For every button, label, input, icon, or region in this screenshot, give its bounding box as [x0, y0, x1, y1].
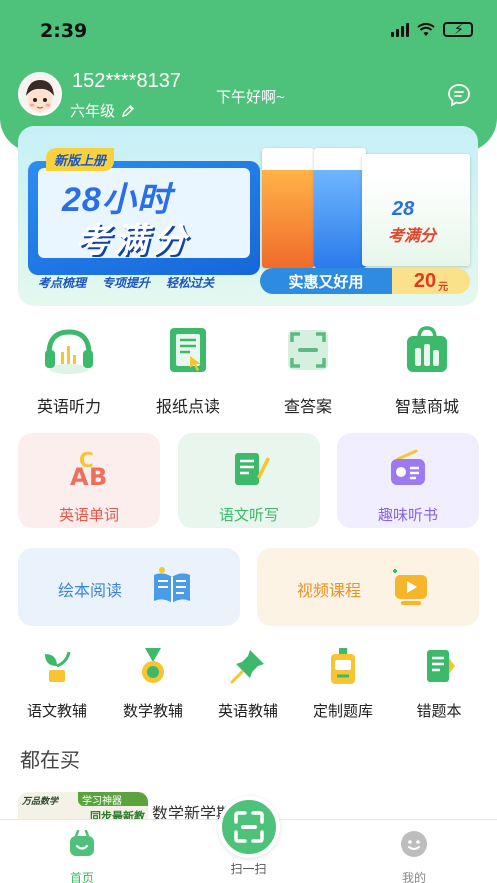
nav-label: 英语听力 — [36, 399, 101, 416]
price-bar: 实惠又好用 20 元 — [260, 268, 470, 294]
user-info: 152****8137 六年级 下午好啊~ — [18, 70, 478, 124]
nav-chinese-tutoring[interactable]: 语文教辅 — [10, 646, 104, 721]
price-value-wrap: 20 元 — [392, 268, 470, 294]
price-label: 实惠又好用 — [260, 268, 392, 294]
nav-newspaper-reading[interactable]: 报纸点读 — [133, 322, 243, 417]
home-icon — [70, 829, 94, 856]
thumb-brand: 万品数学 — [22, 796, 59, 806]
user-phone: 152****8137 — [72, 70, 181, 92]
nav-math-tutoring[interactable]: 数学教辅 — [106, 646, 200, 721]
pushpin-icon — [230, 650, 264, 684]
nav-label: 智慧商城 — [394, 399, 459, 416]
card-label: 英语单词 — [58, 507, 119, 524]
banner-books-image: 28 考满分 — [262, 148, 472, 268]
card-video-courses[interactable]: 视频课程 — [257, 548, 479, 626]
tab-label: 首页 — [69, 871, 94, 883]
svg-text:C: C — [79, 448, 94, 472]
wifi-icon — [417, 22, 435, 36]
greeting-text: 下午好啊~ — [216, 89, 285, 106]
banner-tag: 新版上册 — [46, 148, 115, 171]
open-book-icon — [154, 567, 190, 603]
thumb-tag: 学习神器 — [78, 792, 148, 807]
book-cover-3: 28 考满分 — [362, 154, 470, 266]
notebook-pen-icon — [235, 453, 270, 485]
headphones-icon — [45, 329, 93, 374]
subject-label: 语文教辅 — [26, 703, 87, 720]
subject-label: 数学教辅 — [122, 703, 183, 720]
profile-icon — [401, 831, 427, 857]
status-bar: 2:39 ⚡ — [0, 14, 497, 48]
scan-icon — [234, 811, 264, 843]
pencil-icon — [121, 104, 135, 117]
subject-label: 错题本 — [416, 703, 462, 720]
card-label: 趣味听书 — [377, 507, 438, 524]
price-value: 20 — [413, 269, 437, 292]
card-english-words[interactable]: A B C 英语单词 — [18, 433, 160, 528]
nav-english-tutoring[interactable]: 英语教辅 — [201, 646, 295, 721]
nav-custom-question-bank[interactable]: 定制题库 — [296, 646, 390, 721]
nav-label: 查答案 — [283, 399, 332, 416]
nav-smart-mall[interactable]: 智慧商城 — [372, 322, 482, 417]
section-title: 都在买 — [20, 750, 80, 772]
status-icons: ⚡ — [391, 21, 473, 37]
scan-answer-icon — [288, 330, 328, 370]
card-picture-book-reading[interactable]: 绘本阅读 — [18, 548, 240, 626]
card-chinese-dictation[interactable]: 语文听写 — [178, 433, 320, 528]
badge-id-icon — [331, 648, 355, 684]
video-play-icon — [393, 569, 427, 605]
abc-letters-icon: A B C — [70, 448, 107, 491]
grade-selector[interactable]: 六年级 — [70, 100, 135, 121]
banner-headline-2: 考满分 — [76, 222, 190, 260]
card-label: 视频课程 — [297, 583, 362, 600]
shopping-bag-icon — [407, 326, 447, 372]
tab-home[interactable]: 首页 — [42, 829, 122, 883]
promo-banner[interactable]: 新版上册 28小时 考满分 考点梳理 专项提升 轻松过关 28 考满分 实惠又好… — [18, 126, 478, 306]
sprout-icon — [45, 651, 71, 682]
tab-mine[interactable]: 我的 — [374, 830, 454, 883]
subject-label: 定制题库 — [312, 703, 373, 720]
notebook-icon — [427, 650, 455, 682]
banner-sub-3: 轻松过关 — [166, 276, 215, 290]
cellular-signal-icon — [391, 22, 409, 37]
book-cover-2 — [314, 148, 366, 268]
card-label: 语文听写 — [218, 507, 279, 524]
grade-label: 六年级 — [70, 103, 116, 120]
tab-scan-button[interactable] — [218, 796, 280, 858]
radio-icon — [391, 449, 425, 485]
book-cover-1 — [262, 148, 314, 268]
avatar[interactable] — [18, 72, 62, 116]
tab-label: 我的 — [401, 871, 426, 883]
nav-english-listening[interactable]: 英语听力 — [14, 322, 124, 417]
banner-sub-1: 考点梳理 — [38, 276, 87, 290]
card-label: 绘本阅读 — [58, 583, 123, 600]
medal-icon — [142, 648, 164, 683]
battery-icon: ⚡ — [443, 21, 473, 37]
subject-label: 英语教辅 — [217, 703, 278, 720]
price-unit: 元 — [438, 281, 449, 293]
nav-mistake-notebook[interactable]: 错题本 — [392, 646, 486, 721]
boy-avatar-icon — [20, 74, 60, 114]
newspaper-touch-icon — [170, 328, 206, 372]
banner-sub-2: 专项提升 — [102, 276, 151, 290]
status-time: 2:39 — [40, 20, 88, 42]
card-fun-audiobooks[interactable]: 趣味听书 — [337, 433, 479, 528]
main-nav: 英语听力 报纸点读 查答案 智慧商城 — [0, 322, 497, 416]
subject-nav: 语文教辅 数学教辅 英语教辅 定制题库 错题本 — [0, 646, 497, 720]
nav-find-answers[interactable]: 查答案 — [253, 322, 363, 417]
chat-bubble-icon[interactable] — [446, 82, 472, 108]
nav-label: 报纸点读 — [155, 399, 220, 416]
banner-subtitles: 考点梳理 专项提升 轻松过关 — [38, 274, 214, 291]
